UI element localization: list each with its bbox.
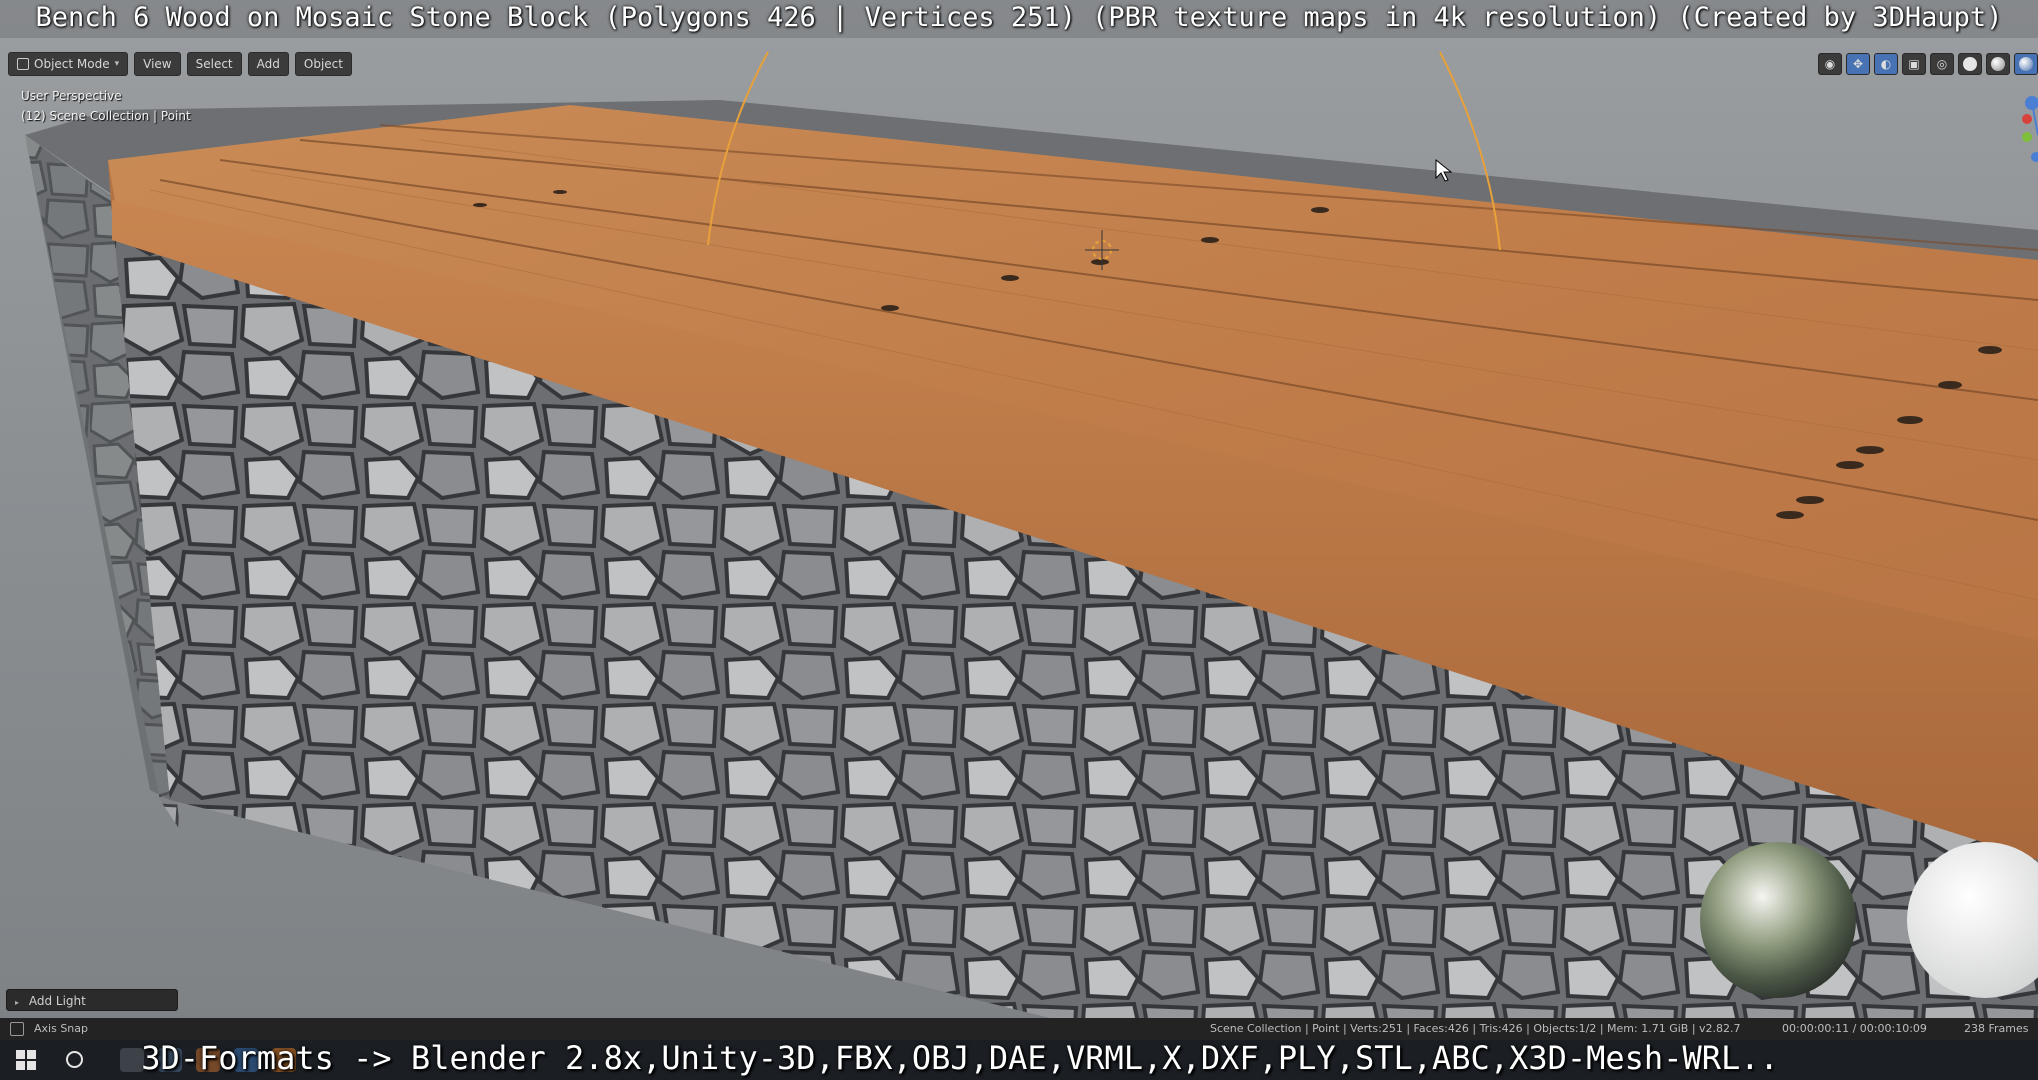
viewport-info: User Perspective (12) Scene Collection |… — [21, 86, 191, 126]
object-mode-dropdown[interactable]: Object Mode ▾ — [8, 52, 129, 76]
visibility-icon[interactable]: ◉ — [1818, 53, 1842, 75]
video-caption-overlay: 3D-Formats -> Blender 2.8x,Unity-3D,FBX,… — [141, 1039, 1779, 1077]
menu-view[interactable]: View — [134, 52, 181, 76]
chevron-down-icon: ▾ — [114, 59, 120, 69]
3d-viewport[interactable] — [0, 0, 2038, 1080]
viewport-header: Object Mode ▾ View Select Add Object — [8, 52, 352, 76]
collection-label: (12) Scene Collection | Point — [21, 109, 191, 123]
axis-snap-icon — [10, 1022, 24, 1036]
expand-triangle-icon: ▸ — [15, 998, 20, 1007]
menu-select[interactable]: Select — [186, 52, 242, 76]
solid-shading-icon[interactable] — [1958, 53, 1982, 75]
xray-icon[interactable]: ▣ — [1902, 53, 1926, 75]
material-shading-icon[interactable] — [1986, 53, 2010, 75]
object-mode-icon — [17, 58, 29, 70]
perspective-label: User Perspective — [21, 89, 122, 103]
menu-object[interactable]: Object — [294, 52, 352, 76]
frame-count: 238 Frames — [1964, 1022, 2029, 1035]
add-light-operator-panel[interactable]: ▸ Add Light — [6, 989, 178, 1011]
wireframe-shading-icon[interactable]: ◎ — [1930, 53, 1954, 75]
gizmo-icon[interactable]: ✥ — [1846, 53, 1870, 75]
video-title-overlay: Bench 6 Wood on Mosaic Stone Block (Poly… — [0, 0, 2038, 38]
overlay-icon[interactable]: ◐ — [1874, 53, 1898, 75]
scene-render — [25, 51, 2038, 1018]
menu-add[interactable]: Add — [247, 52, 289, 76]
object-mode-label: Object Mode — [34, 57, 110, 71]
rendered-shading-icon[interactable] — [2014, 53, 2038, 75]
viewport-shading-toolbar: ◉ ✥ ◐ ▣ ◎ — [1818, 52, 2038, 76]
navigation-gizmo[interactable] — [2008, 95, 2038, 175]
add-light-label: Add Light — [28, 994, 86, 1008]
